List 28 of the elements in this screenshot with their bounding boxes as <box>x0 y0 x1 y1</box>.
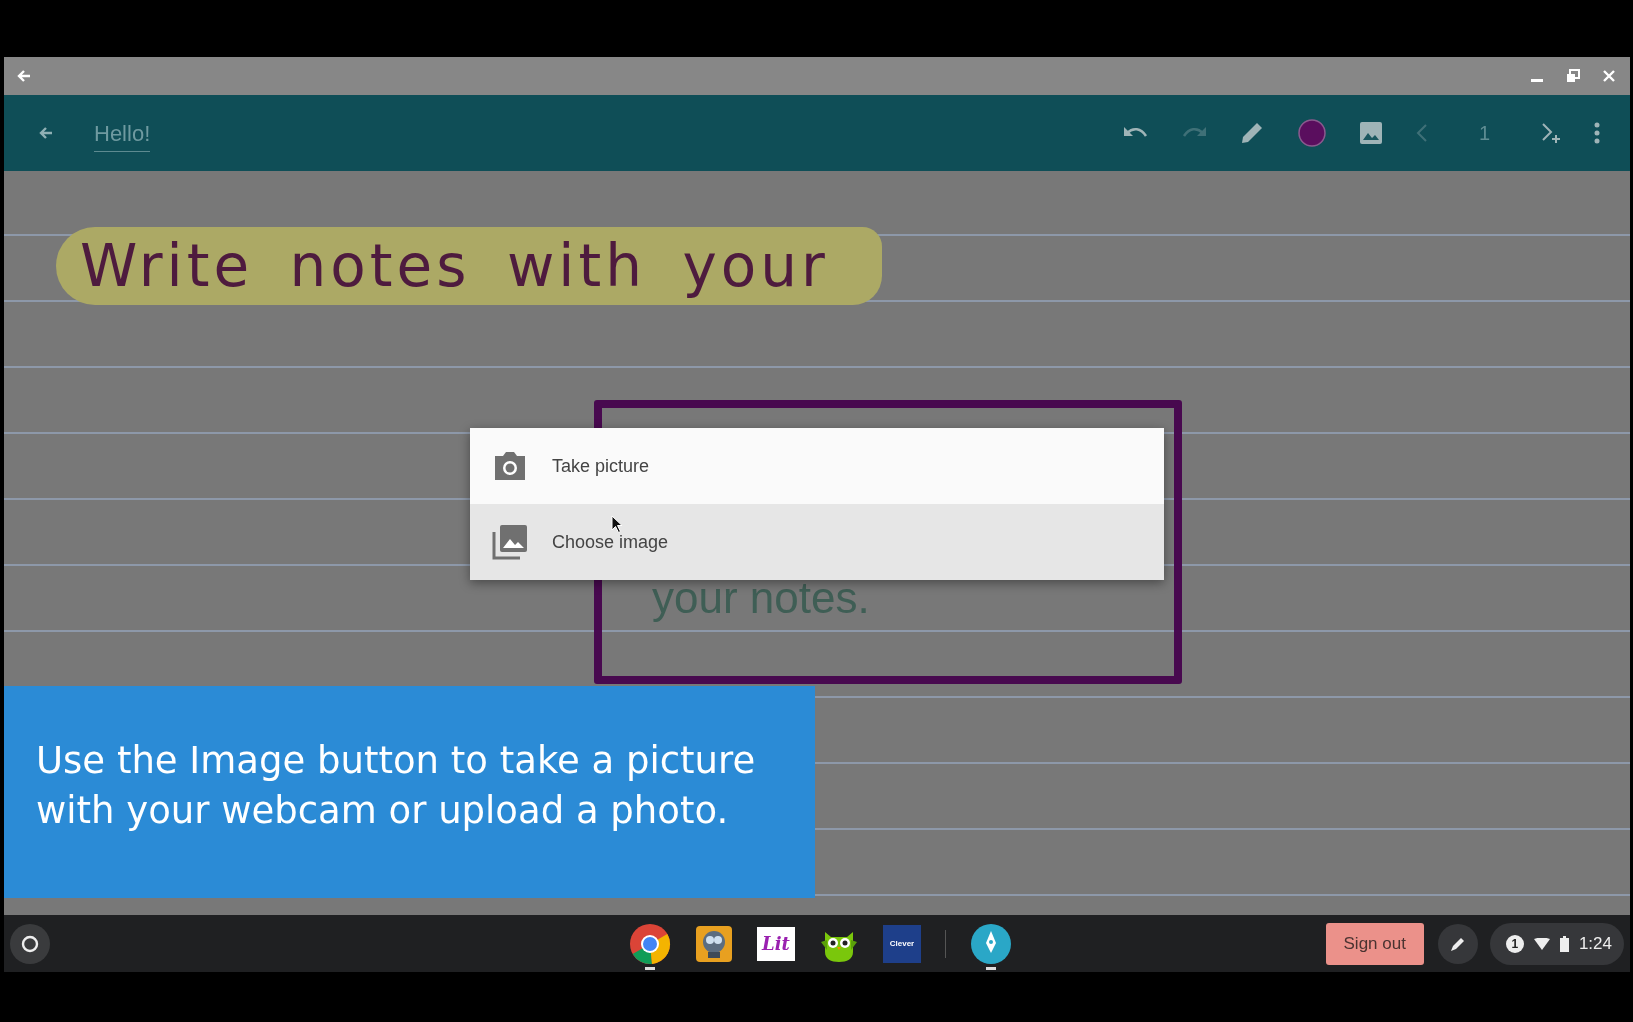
caption-banner: Use the Image button to take a picture with your webcam or upload a photo. <box>4 686 815 898</box>
menu-item[interactable]: Take picture <box>470 428 1164 504</box>
browser-app-icon[interactable] <box>629 922 671 965</box>
pen-app-icon[interactable] <box>970 922 1012 965</box>
launcher-icon[interactable] <box>21 934 39 953</box>
highlighted-handwriting: Write notes with your <box>56 227 882 305</box>
color-swatch[interactable] <box>1296 118 1327 148</box>
status-tray[interactable]: 1 1:24 <box>1489 922 1624 965</box>
close-icon[interactable] <box>1602 69 1616 83</box>
image-stack-icon <box>492 524 528 560</box>
image-icon[interactable] <box>1358 121 1383 145</box>
launcher-button[interactable] <box>10 923 50 964</box>
sign-out-button[interactable]: Sign out <box>1325 922 1424 965</box>
more-options-icon[interactable] <box>1594 122 1600 144</box>
page-number: 1 <box>1478 121 1490 145</box>
battery-icon <box>1559 935 1569 952</box>
lit-app-icon[interactable]: Lit <box>757 926 795 961</box>
wifi-icon <box>1533 937 1550 950</box>
clever-app-icon[interactable]: Clever <box>883 924 921 963</box>
back-arrow-icon[interactable] <box>38 125 54 141</box>
camera-icon <box>492 450 528 482</box>
robot-app-icon[interactable] <box>695 924 733 963</box>
mouse-cursor-icon <box>611 515 623 533</box>
next-page-add-icon[interactable] <box>1540 122 1562 144</box>
notification-count: 1 <box>1505 934 1524 953</box>
restore-icon[interactable] <box>1566 69 1580 83</box>
clock-time: 1:24 <box>1578 933 1612 954</box>
menu-item[interactable]: Choose image <box>470 504 1164 580</box>
